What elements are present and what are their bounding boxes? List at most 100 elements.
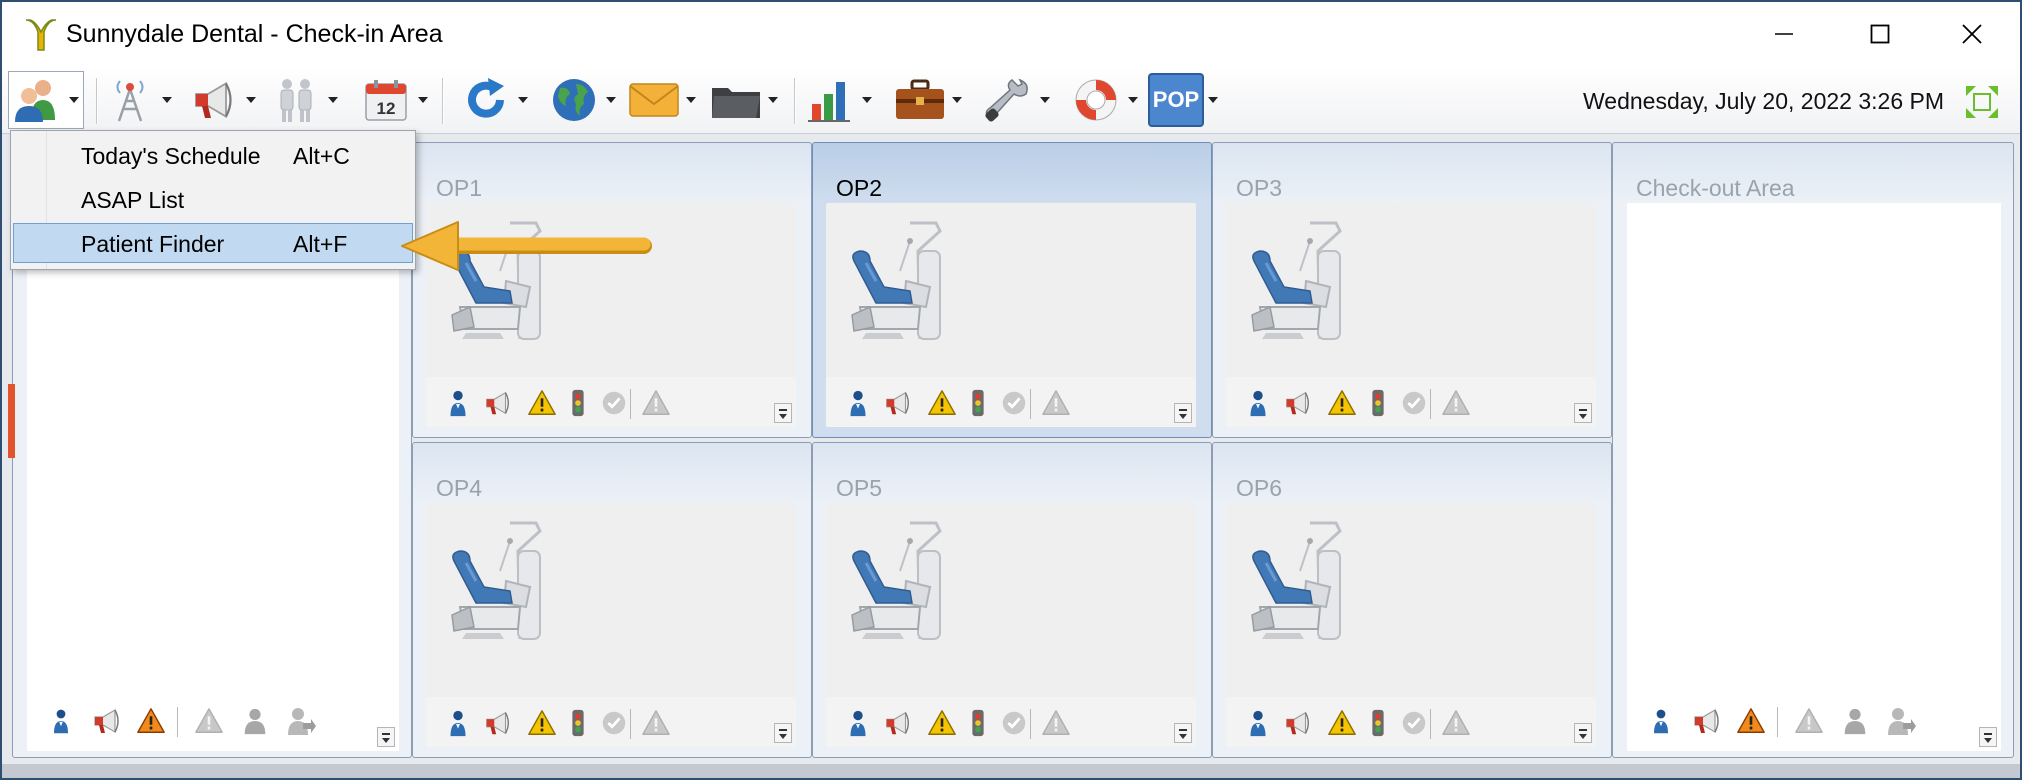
alert-gray-icon[interactable] — [1793, 705, 1825, 737]
alert-gray-icon[interactable] — [1040, 387, 1072, 419]
toolbar-tools-dropdown[interactable] — [1036, 72, 1054, 128]
patient-icon[interactable] — [1242, 707, 1274, 739]
toolbar-globe-dropdown[interactable] — [602, 72, 620, 128]
minimize-button[interactable] — [1739, 10, 1829, 58]
maximize-button[interactable] — [1835, 10, 1925, 58]
patient-icon[interactable] — [1645, 705, 1677, 737]
patient-icon[interactable] — [842, 707, 874, 739]
op-room-area[interactable] — [826, 203, 1196, 427]
op-panel[interactable]: OP4 — [412, 442, 812, 758]
megaphone-icon[interactable] — [882, 707, 914, 739]
alert-gray-icon[interactable] — [1440, 707, 1472, 739]
close-button[interactable] — [1927, 10, 2017, 58]
op-overflow-button[interactable] — [1574, 723, 1592, 743]
check-circle-icon[interactable] — [1398, 707, 1430, 739]
toolbar-staff-button[interactable] — [268, 72, 342, 128]
op-overflow-button[interactable] — [1174, 723, 1192, 743]
toolbar-globe-button[interactable] — [546, 72, 620, 128]
megaphone-icon[interactable] — [1282, 707, 1314, 739]
op-panel[interactable]: OP2 — [812, 142, 1212, 438]
megaphone-icon[interactable] — [882, 387, 914, 419]
check-circle-icon[interactable] — [998, 387, 1030, 419]
menu-item-asap-list[interactable]: ASAP List — [13, 179, 413, 219]
toolbar-patients-button[interactable] — [8, 71, 84, 129]
menu-item-patient-finder[interactable]: Patient Finder Alt+F — [13, 223, 413, 263]
toolbar-help-dropdown[interactable] — [1124, 72, 1142, 128]
op-room-area[interactable] — [1226, 503, 1596, 747]
check-circle-icon[interactable] — [598, 387, 630, 419]
op-overflow-button[interactable] — [1174, 403, 1192, 423]
toolbar-tools-button[interactable] — [980, 72, 1054, 128]
op-panel[interactable]: OP6 — [1212, 442, 1612, 758]
megaphone-icon[interactable] — [1691, 705, 1723, 737]
alert-gray-icon[interactable] — [640, 707, 672, 739]
traffic-light-icon[interactable] — [1362, 707, 1394, 739]
checkout-area-panel[interactable]: Check-out Area — [1612, 142, 2014, 758]
toolbar-reports-dropdown[interactable] — [858, 72, 876, 128]
warning-icon[interactable] — [1326, 707, 1358, 739]
checkin-patient-list[interactable] — [27, 203, 399, 751]
move-person-icon[interactable] — [1885, 705, 1917, 737]
check-circle-icon[interactable] — [998, 707, 1030, 739]
toolbar-pop-dropdown[interactable] — [1204, 72, 1222, 128]
traffic-light-icon[interactable] — [562, 387, 594, 419]
toolbar-mail-dropdown[interactable] — [682, 72, 700, 128]
toolbar-refresh-dropdown[interactable] — [514, 72, 532, 128]
toolbar-pop-button[interactable]: POP — [1148, 72, 1222, 128]
toolbar-refresh-button[interactable] — [458, 72, 532, 128]
traffic-light-icon[interactable] — [962, 387, 994, 419]
patient-icon[interactable] — [442, 707, 474, 739]
op-room-area[interactable] — [426, 503, 796, 747]
patient-icon[interactable] — [842, 387, 874, 419]
op-panel[interactable]: OP3 — [1212, 142, 1612, 438]
warning-icon[interactable] — [926, 387, 958, 419]
alert-gray-icon[interactable] — [193, 705, 225, 737]
op-overflow-button[interactable] — [1574, 403, 1592, 423]
megaphone-icon[interactable] — [482, 387, 514, 419]
move-person-icon[interactable] — [285, 705, 317, 737]
toolbar-megaphone-dropdown[interactable] — [242, 72, 260, 128]
megaphone-icon[interactable] — [482, 707, 514, 739]
traffic-light-icon[interactable] — [562, 707, 594, 739]
toolbar-calendar-dropdown[interactable] — [414, 72, 432, 128]
traffic-light-icon[interactable] — [962, 707, 994, 739]
alert-gray-icon[interactable] — [1040, 707, 1072, 739]
op-overflow-button[interactable] — [774, 403, 792, 423]
check-circle-icon[interactable] — [1398, 387, 1430, 419]
person-gray-icon[interactable] — [239, 705, 271, 737]
patient-icon[interactable] — [45, 705, 77, 737]
toolbar-staff-dropdown[interactable] — [324, 72, 342, 128]
op-room-area[interactable] — [1226, 203, 1596, 427]
warning-icon[interactable] — [526, 707, 558, 739]
alert-gray-icon[interactable] — [1440, 387, 1472, 419]
toolbar-radio-tower-dropdown[interactable] — [158, 72, 176, 128]
toolbar-megaphone-button[interactable] — [186, 72, 260, 128]
patient-icon[interactable] — [1242, 387, 1274, 419]
warning-icon[interactable] — [1735, 705, 1767, 737]
toolbar-patients-dropdown[interactable] — [65, 72, 83, 128]
toolbar-calendar-button[interactable]: 12 — [358, 72, 432, 128]
checkout-overflow-button[interactable] — [1979, 727, 1997, 747]
toolbar-reports-button[interactable] — [802, 72, 876, 128]
toolbar-briefcase-button[interactable] — [892, 72, 966, 128]
toolbar-folder-dropdown[interactable] — [764, 72, 782, 128]
warning-icon[interactable] — [1326, 387, 1358, 419]
grid-view-icon[interactable] — [1962, 82, 2002, 122]
menu-item-todays-schedule[interactable]: Today's Schedule Alt+C — [13, 135, 413, 175]
op-room-area[interactable] — [826, 503, 1196, 747]
warning-icon[interactable] — [926, 707, 958, 739]
toolbar-folder-button[interactable] — [708, 72, 782, 128]
warning-icon[interactable] — [135, 705, 167, 737]
toolbar-radio-tower-button[interactable] — [102, 72, 176, 128]
traffic-light-icon[interactable] — [1362, 387, 1394, 419]
toolbar-help-button[interactable] — [1068, 72, 1142, 128]
patient-icon[interactable] — [442, 387, 474, 419]
toolbar-briefcase-dropdown[interactable] — [948, 72, 966, 128]
megaphone-icon[interactable] — [1282, 387, 1314, 419]
toolbar-mail-button[interactable] — [626, 72, 700, 128]
warning-icon[interactable] — [526, 387, 558, 419]
megaphone-icon[interactable] — [91, 705, 123, 737]
op-panel[interactable]: OP5 — [812, 442, 1212, 758]
check-circle-icon[interactable] — [598, 707, 630, 739]
op-overflow-button[interactable] — [774, 723, 792, 743]
